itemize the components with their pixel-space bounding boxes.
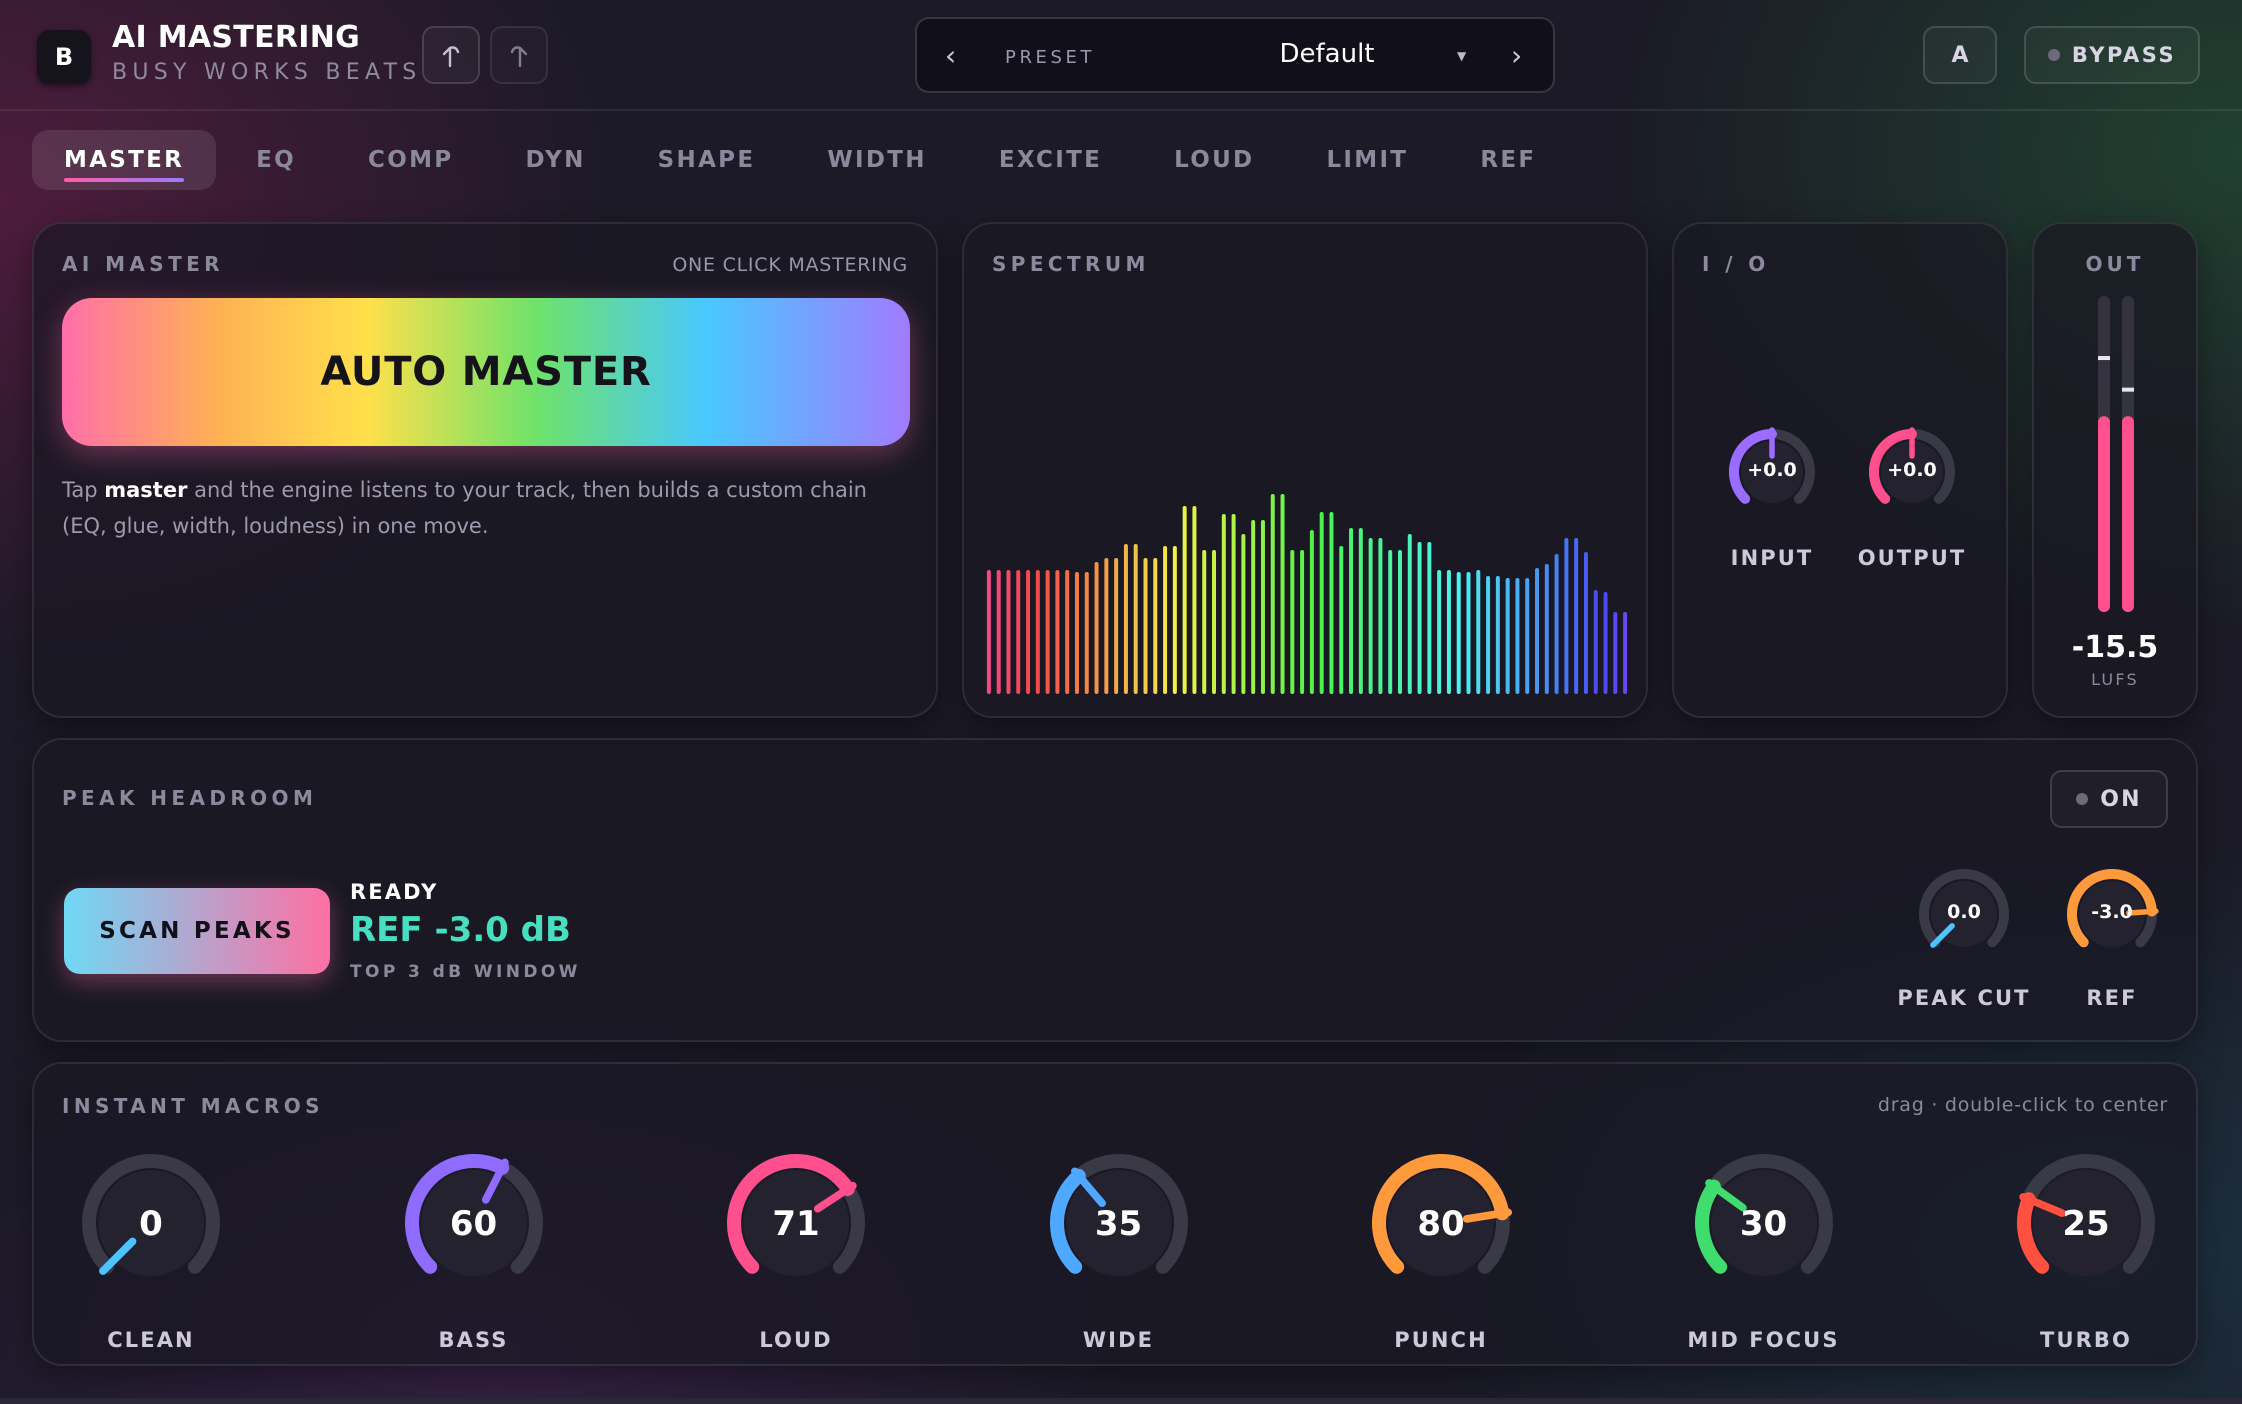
preset-label: PRESET	[1005, 47, 1096, 68]
macro-value-clean: 0	[139, 1204, 163, 1244]
macro-value-loud: 71	[772, 1204, 820, 1244]
input-label: INPUT	[1730, 546, 1814, 570]
spectrum-panel: SPECTRUM	[962, 222, 1648, 718]
peak-status: READY	[350, 880, 439, 904]
macro-label-punch: PUNCH	[1394, 1328, 1488, 1352]
bottom-edge	[0, 1398, 2242, 1404]
io-title: I / O	[1702, 252, 1770, 276]
tab-bar: MASTER EQ COMP DYN SHAPE WIDTH EXCITE LOUD LIMIT…	[32, 130, 1576, 190]
on-status-dot-icon	[2076, 793, 2089, 805]
auto-master-button[interactable]: AUTO MASTER	[62, 298, 910, 446]
header-bar: B AI MASTERING BUSY WORKS BEATS ‹ PRESET…	[0, 0, 2242, 111]
tab-master[interactable]: MASTER	[32, 130, 217, 190]
output-label: OUTPUT	[1857, 546, 1967, 570]
lufs-unit: LUFS	[2091, 670, 2139, 689]
auto-master-label: AUTO MASTER	[320, 349, 652, 395]
instant-macros-panel: INSTANT MACROS drag · double-click to ce…	[32, 1062, 2198, 1366]
desc-text-bold: master	[104, 478, 188, 502]
loudness-meter	[2098, 296, 2134, 612]
tab-width[interactable]: WIDTH	[795, 130, 958, 190]
meter-fill-left	[2098, 416, 2110, 612]
ab-compare-button[interactable]: A	[1923, 26, 1997, 84]
brand-logo: B	[37, 30, 91, 84]
caret-down-icon[interactable]: ▼	[1457, 49, 1466, 63]
macro-value-bass: 60	[449, 1204, 498, 1244]
app-title: AI MASTERING	[112, 20, 361, 55]
tab-comp[interactable]: COMP	[336, 130, 485, 190]
bypass-button[interactable]: BYPASS	[2024, 26, 2200, 84]
output-value: +0.0	[1887, 459, 1937, 481]
ab-compare-label: A	[1951, 42, 1969, 68]
macro-value-turbo: 25	[2062, 1204, 2110, 1244]
macro-label-clean: CLEAN	[107, 1328, 195, 1352]
undo-button[interactable]	[422, 26, 480, 84]
tab-eq[interactable]: EQ	[224, 130, 328, 190]
ai-master-panel: AI MASTER ONE CLICK MASTERING AUTO MASTE…	[32, 222, 938, 718]
lufs-value: -15.5	[2071, 630, 2159, 665]
spectrum-title: SPECTRUM	[992, 252, 1150, 276]
macro-knob-row: 0 CLEAN 60 BASS 71 LOUD 35 WIDE 80 PUNCH 30 MID FOC…	[34, 1064, 2196, 1364]
peak-headroom-title: PEAK HEADROOM	[62, 786, 318, 810]
undo-icon	[442, 46, 460, 68]
app-subtitle: BUSY WORKS BEATS	[112, 60, 422, 85]
meter-peak-right	[2122, 387, 2134, 392]
redo-icon	[510, 46, 528, 68]
chevron-left-icon[interactable]: ‹	[945, 39, 956, 72]
tab-excite[interactable]: EXCITE	[967, 130, 1134, 190]
preset-dropdown[interactable]: Default	[1227, 39, 1427, 69]
ai-master-title: AI MASTER	[62, 252, 224, 276]
bypass-status-dot-icon	[2047, 49, 2060, 61]
macro-label-mid-focus: MID FOCUS	[1687, 1328, 1840, 1352]
peak-ref-readout: REF -3.0 dB	[350, 910, 571, 950]
ref-knob-value: -3.0	[2091, 901, 2133, 923]
meter-fill-right	[2122, 416, 2134, 612]
peak-headroom-panel: PEAK HEADROOM ON SCAN PEAKS READY REF -3…	[32, 738, 2198, 1042]
macro-value-mid-focus: 30	[1739, 1204, 1788, 1244]
tab-limit[interactable]: LIMIT	[1294, 130, 1440, 190]
meter-peak-left	[2098, 356, 2110, 361]
input-value: +0.0	[1747, 459, 1797, 481]
scan-peaks-label: SCAN PEAKS	[99, 918, 295, 944]
on-label: ON	[2100, 786, 2142, 812]
macro-label-bass: BASS	[438, 1328, 509, 1352]
macro-label-loud: LOUD	[759, 1328, 833, 1352]
tab-dyn[interactable]: DYN	[493, 130, 617, 190]
peak-headroom-on-toggle[interactable]: ON	[2050, 770, 2168, 828]
chevron-right-icon[interactable]: ›	[1511, 39, 1522, 72]
peak-cut-label: PEAK CUT	[1897, 986, 2031, 1010]
macro-label-wide: WIDE	[1082, 1328, 1155, 1352]
tab-ref[interactable]: REF	[1448, 130, 1568, 190]
ai-master-description: Tap master and the engine listens to you…	[62, 472, 912, 544]
tab-shape[interactable]: SHAPE	[626, 130, 788, 190]
macro-label-turbo: TURBO	[2040, 1328, 2132, 1352]
peak-cut-value: 0.0	[1947, 901, 1981, 923]
io-panel: I / O +0.0 INPUT +0.0 OUTPUT	[1672, 222, 2008, 718]
ref-knob-label: REF	[2086, 986, 2138, 1010]
bypass-label: BYPASS	[2071, 43, 2177, 67]
macro-value-punch: 80	[1417, 1204, 1465, 1244]
tab-loud[interactable]: LOUD	[1142, 130, 1286, 190]
macro-value-wide: 35	[1094, 1204, 1143, 1244]
ai-master-tagline: ONE CLICK MASTERING	[672, 254, 908, 276]
spectrum-analyzer	[986, 494, 1628, 694]
desc-text-start: Tap	[62, 478, 105, 502]
redo-button[interactable]	[490, 26, 548, 84]
out-title: OUT	[2085, 252, 2145, 276]
scan-peaks-button[interactable]: SCAN PEAKS	[64, 888, 330, 974]
preset-selector: ‹ PRESET Default ▼ ›	[915, 17, 1555, 93]
output-meter-panel: OUT -15.5 LUFS	[2032, 222, 2198, 718]
peak-window-caption: TOP 3 dB WINDOW	[350, 962, 581, 982]
